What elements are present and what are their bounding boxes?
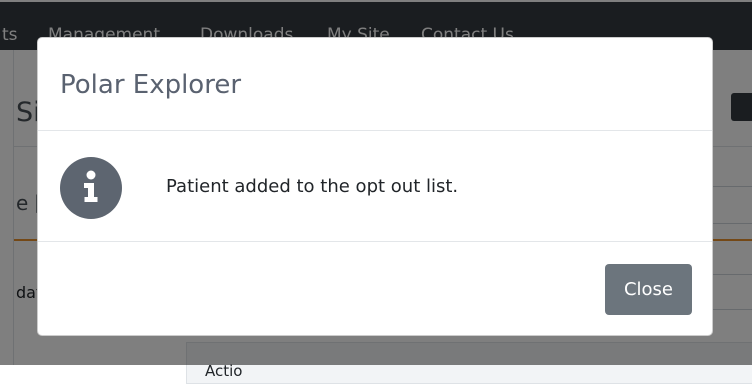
info-circle-icon [60, 157, 122, 219]
dialog-header: Polar Explorer [38, 38, 712, 131]
dialog-body: Patient added to the opt out list. [38, 131, 712, 242]
dialog-message: Patient added to the opt out list. [166, 176, 459, 197]
dialog-title: Polar Explorer [60, 70, 242, 100]
close-button[interactable]: Close [605, 264, 692, 315]
dialog-footer: Close [38, 242, 712, 335]
info-dialog: Polar Explorer Patient added to the opt … [37, 37, 713, 336]
